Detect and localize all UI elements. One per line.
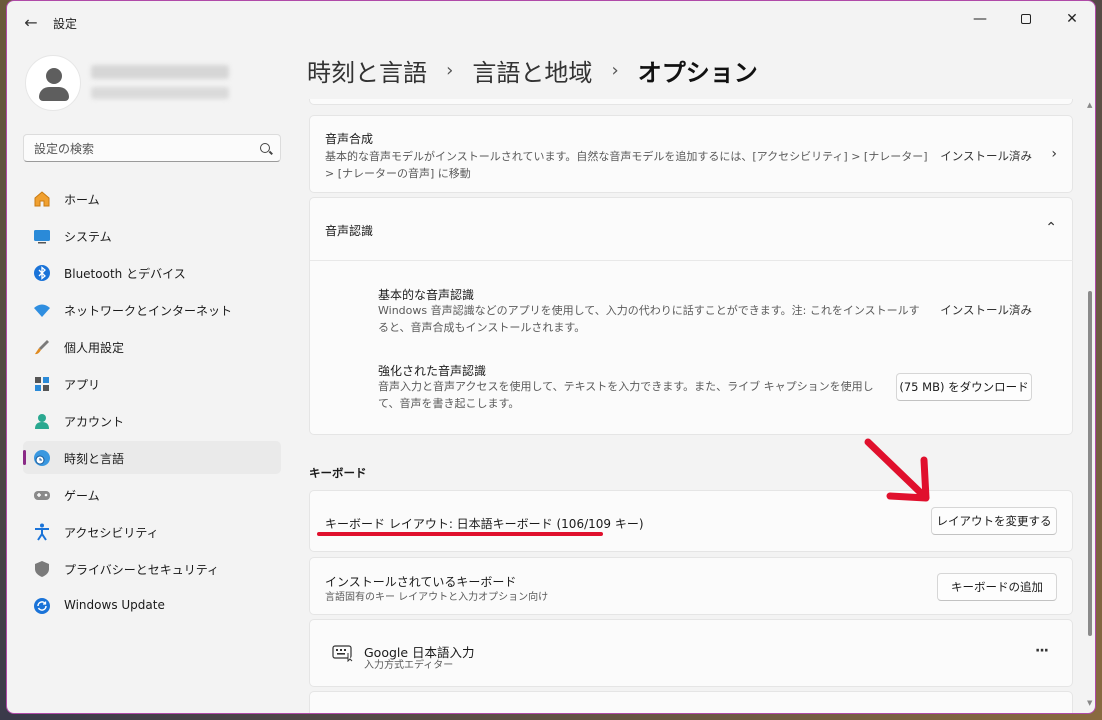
installed-keyboards-card: インストールされているキーボード 言語固有のキー レイアウトと入力オプション向け… [309,557,1073,615]
search-icon[interactable] [260,143,270,153]
bluetooth-icon [32,263,52,283]
more-options-icon[interactable]: ··· [1035,643,1049,659]
brush-icon [32,337,52,357]
search-input[interactable] [34,140,244,158]
chevron-right-icon[interactable]: › [1051,146,1057,162]
speech-synthesis-card[interactable]: 音声合成 基本的な音声モデルがインストールされています。自然な音声モデルを追加す… [309,115,1073,193]
sidebar-item-windows-update[interactable]: Windows Update [23,589,281,622]
speech-recognition-card: 音声認識 ⌃ 基本的な音声認識 Windows 音声認識などのアプリを使用して、… [309,197,1073,435]
previous-card [309,99,1073,105]
sidebar-item-accounts[interactable]: アカウント [23,404,281,437]
ime-card: Google 日本語入力 入力方式エディター ··· [309,619,1073,687]
avatar-head-icon [46,68,62,84]
avatar [25,55,81,111]
user-profile[interactable] [25,55,285,111]
breadcrumb-time-language[interactable]: 時刻と言語 [307,53,427,88]
breadcrumb-separator-icon: › [611,60,619,81]
breadcrumb: 時刻と言語 › 言語と地域 › オプション [307,53,758,89]
sidebar-item-home[interactable]: ホーム [23,182,281,215]
app-title: 設定 [53,17,78,31]
basic-recognition-title: 基本的な音声認識 [378,288,475,302]
sidebar-item-privacy[interactable]: プライバシーとセキュリティ [23,552,281,585]
maximize-button[interactable] [1003,5,1049,33]
sidebar-item-system[interactable]: システム [23,219,281,252]
speech-recognition-title: 音声認識 [325,224,374,238]
next-card [309,691,1073,713]
ime-description: 入力方式エディター [364,660,454,671]
system-icon [32,226,52,246]
accessibility-icon [32,522,52,542]
change-layout-button[interactable]: レイアウトを変更する [931,507,1057,535]
scrollbar[interactable]: ▲ ▼ [1087,101,1093,707]
shield-icon [32,559,52,579]
installed-keyboards-description: 言語固有のキー レイアウトと入力オプション向け [325,592,549,603]
sidebar-item-gaming[interactable]: ゲーム [23,478,281,511]
update-icon [32,596,52,616]
keyboard-section-title: キーボード [309,466,367,480]
download-enhanced-recognition-button[interactable]: (75 MB) をダウンロード [896,373,1032,401]
blurred-user-email [91,87,229,99]
blurred-user-name [91,65,229,79]
annotation-arrow-icon [864,438,930,502]
back-button[interactable]: ← [21,13,41,33]
apps-icon [32,374,52,394]
annotation-underline [317,532,603,536]
scroll-down-icon[interactable]: ▼ [1087,699,1092,707]
scrollbar-thumb[interactable] [1088,291,1092,636]
enhanced-recognition-title: 強化された音声認識 [378,364,487,378]
breadcrumb-language-region[interactable]: 言語と地域 [472,53,592,88]
close-button[interactable]: ✕ [1049,5,1095,33]
scroll-up-icon[interactable]: ▲ [1087,101,1092,109]
basic-recognition-description: Windows 音声認識などのアプリを使用して、入力の代わりに話すことができます… [378,304,920,334]
add-keyboard-button[interactable]: キーボードの追加 [937,573,1057,601]
gamepad-icon [32,485,52,505]
divider [310,260,1073,261]
sidebar-item-personalization[interactable]: 個人用設定 [23,330,281,363]
home-icon [32,189,52,209]
sidebar-item-network[interactable]: ネットワークとインターネット [23,293,281,326]
breadcrumb-separator-icon: › [446,60,454,81]
sidebar-item-apps[interactable]: アプリ [23,367,281,400]
sidebar-item-accessibility[interactable]: アクセシビリティ [23,515,281,548]
keyboard-icon [332,644,354,666]
sidebar-item-bluetooth[interactable]: Bluetooth とデバイス [23,256,281,289]
speech-synthesis-title: 音声合成 [325,132,374,146]
basic-recognition-status: インストール済み [940,303,1032,317]
speech-synthesis-status: インストール済み [940,149,1032,163]
page-title: オプション [637,59,758,87]
enhanced-recognition-description: 音声入力と音声アクセスを使用して、テキストを入力できます。また、ライブ キャプシ… [378,380,874,410]
account-icon [32,411,52,431]
speech-synthesis-description: 基本的な音声モデルがインストールされています。自然な音声モデルを追加するには、[… [325,150,928,180]
chevron-up-icon[interactable]: ⌃ [1045,220,1057,236]
sidebar-nav: ホーム システム Bluetooth とデバイス ネットワークとインターネット … [23,182,281,626]
minimize-button[interactable]: — [957,5,1003,33]
title-bar: ← 設定 — ✕ [7,1,1095,45]
avatar-body-icon [39,87,69,101]
settings-search[interactable] [23,134,281,162]
options-content: 音声合成 基本的な音声モデルがインストールされています。自然な音声モデルを追加す… [309,99,1073,713]
settings-window: ← 設定 — ✕ ホーム システム [6,0,1096,714]
installed-keyboards-title: インストールされているキーボード [325,575,517,589]
time-language-icon [32,448,52,468]
sidebar-item-time-language[interactable]: 時刻と言語 [23,441,281,474]
maximize-icon [1021,14,1031,24]
keyboard-layout-card: キーボード レイアウト: 日本語キーボード (106/109 キー) レイアウト… [309,490,1073,552]
keyboard-layout-title: キーボード レイアウト: 日本語キーボード (106/109 キー) [325,517,644,531]
wifi-icon [32,300,52,320]
